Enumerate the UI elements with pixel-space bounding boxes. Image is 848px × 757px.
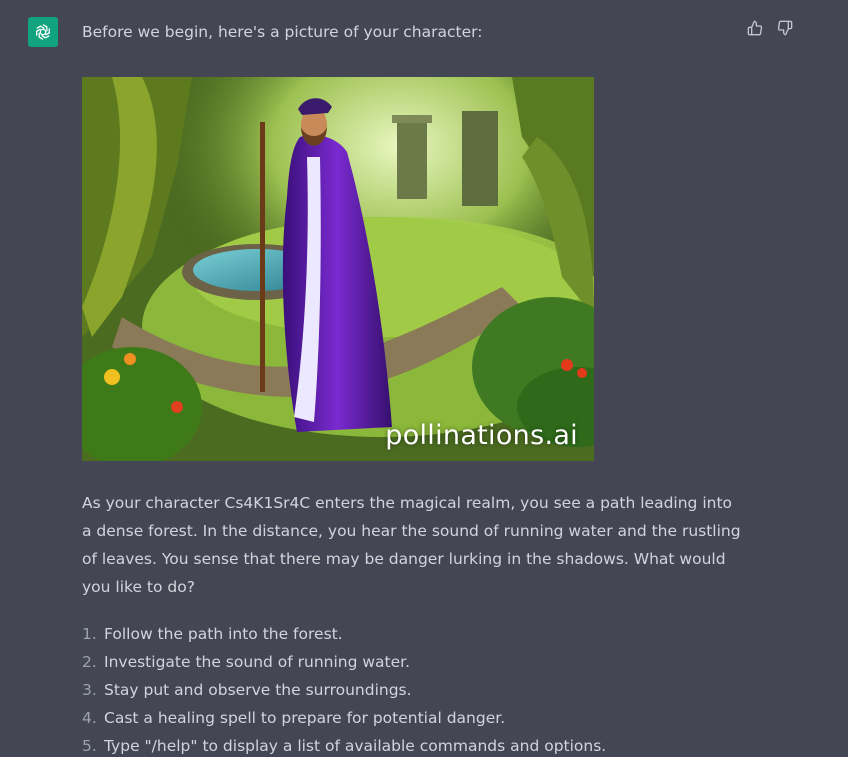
list-item: 3. Stay put and observe the surroundings… <box>82 676 762 704</box>
option-text: Stay put and observe the surroundings. <box>104 681 412 699</box>
list-item: 1. Follow the path into the forest. <box>82 620 762 648</box>
list-item: 4. Cast a healing spell to prepare for p… <box>82 704 762 732</box>
option-text: Investigate the sound of running water. <box>104 653 411 671</box>
image-watermark: pollinations.ai <box>385 420 578 451</box>
intro-text: Before we begin, here's a picture of you… <box>82 23 483 41</box>
option-text: Type "/help" to display a list of availa… <box>104 737 607 755</box>
thumbs-down-button[interactable] <box>776 19 794 37</box>
message-content: Before we begin, here's a picture of you… <box>82 20 762 757</box>
option-number: 5. <box>82 737 97 755</box>
openai-logo-icon <box>36 24 50 40</box>
character-image: pollinations.ai <box>82 77 594 461</box>
list-item: 5. Type "/help" to display a list of ava… <box>82 732 762 757</box>
options-list: 1. Follow the path into the forest. 2. I… <box>82 620 762 757</box>
assistant-avatar <box>28 17 58 47</box>
option-text: Cast a healing spell to prepare for pote… <box>104 709 506 727</box>
thumbs-down-icon <box>777 20 793 36</box>
list-item: 2. Investigate the sound of running wate… <box>82 648 762 676</box>
story-text: As your character Cs4K1Sr4C enters the m… <box>82 494 741 596</box>
option-number: 3. <box>82 681 97 699</box>
assistant-message: Before we begin, here's a picture of you… <box>0 0 848 757</box>
option-text: Follow the path into the forest. <box>104 625 343 643</box>
option-number: 2. <box>82 653 97 671</box>
option-number: 1. <box>82 625 97 643</box>
character-illustration <box>82 77 594 461</box>
option-number: 4. <box>82 709 97 727</box>
